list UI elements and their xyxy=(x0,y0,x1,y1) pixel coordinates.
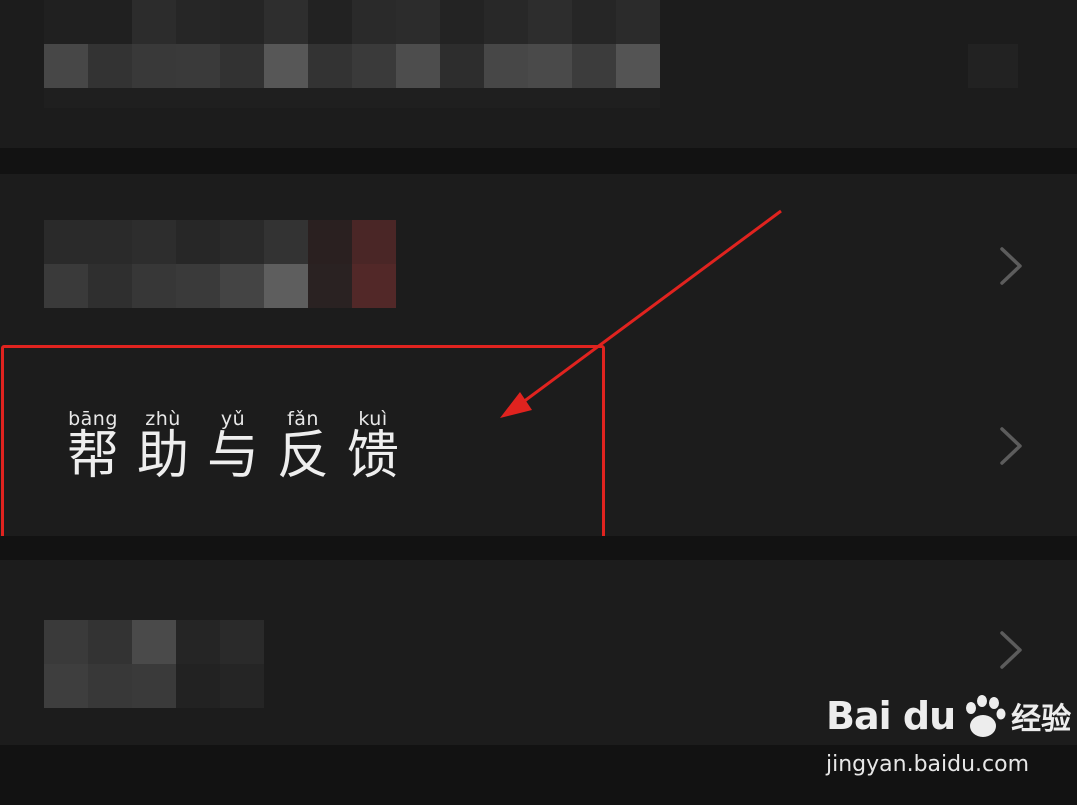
section-divider xyxy=(0,536,1077,560)
chevron-right-icon xyxy=(1000,631,1022,669)
watermark-suffix: 经验 xyxy=(1011,702,1072,737)
baidu-paw-icon xyxy=(966,695,1006,737)
blurred-label-4 xyxy=(44,620,264,708)
watermark-url: jingyan.baidu.com xyxy=(826,752,1030,777)
baidu-watermark: Bai du 经验 xyxy=(826,690,1071,742)
watermark-brand: Bai du xyxy=(826,694,956,738)
